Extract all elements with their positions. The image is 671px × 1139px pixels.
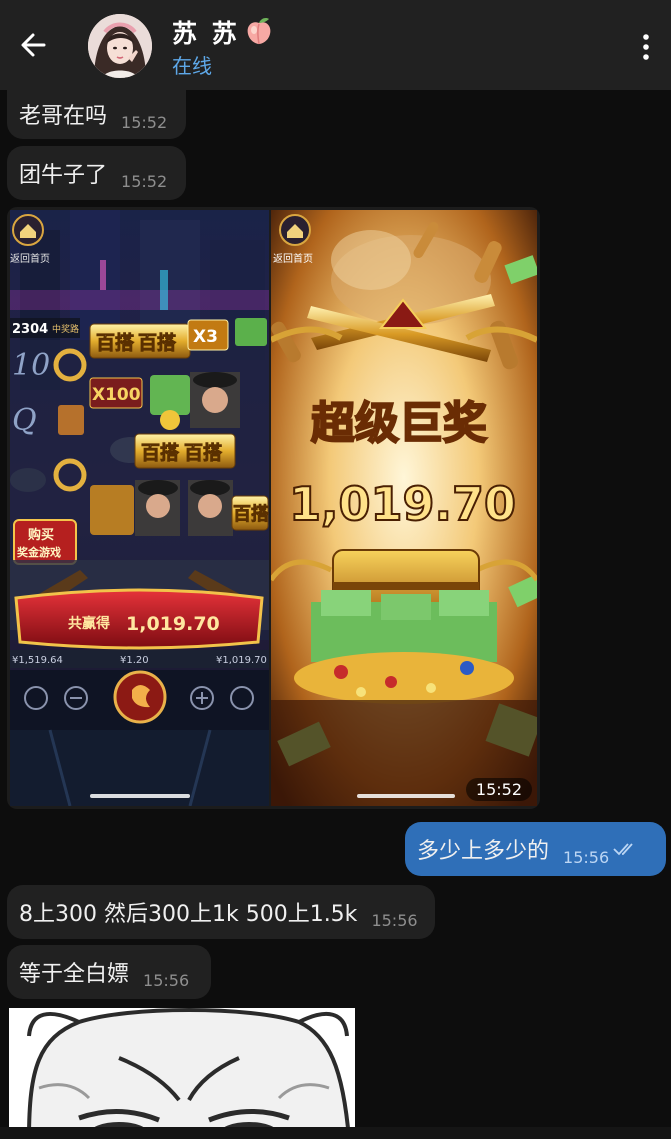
online-status: 在线 [172, 54, 212, 78]
message-time: 15:56 [563, 847, 610, 867]
game-screenshot-left[interactable]: 返回首页 2304 中奖路 百搭 百搭 X3 X100 10 Q 百搭 百搭 百… [10, 210, 269, 806]
wild-symbol: 百搭 [184, 441, 223, 464]
balance: ¥1,519.64 [12, 655, 63, 666]
message-time: 15:52 [121, 112, 168, 132]
win-amount: 1,019.70 [126, 613, 220, 635]
buy-label-2: 奖金游戏 [17, 545, 61, 559]
home-label: 返回首页 [10, 252, 50, 265]
wild-symbol: 百搭 [138, 331, 177, 354]
bottom-bar [0, 1127, 671, 1139]
home-label: 返回首页 [273, 252, 313, 265]
ways-counter: 2304 [12, 322, 48, 337]
message-text: 8上300 然后300上1k 500上1.5k [19, 902, 358, 927]
message-bubble[interactable]: 老哥在吗 15:52 [7, 89, 186, 139]
media-album[interactable]: 返回首页 2304 中奖路 百搭 百搭 X3 X100 10 Q 百搭 百搭 百… [7, 207, 540, 809]
message-bubble[interactable]: 等于全白嫖 15:56 [7, 945, 211, 999]
jackpot-banner: 超级巨奖 [311, 398, 487, 449]
multiplier-x100: X100 [92, 385, 141, 405]
wild-symbol: 百搭 [96, 331, 135, 354]
ways-label: 中奖路 [52, 323, 79, 335]
chat-header: 苏 苏 在线 [0, 0, 671, 90]
win-prefix: 共赢得 [68, 615, 110, 632]
jackpot-amount: 1,019.70 [289, 477, 516, 531]
more-vertical-icon[interactable] [636, 30, 656, 64]
wild-symbol: 百搭 [233, 503, 269, 525]
message-time: 15:56 [143, 970, 190, 990]
home-indicator [357, 794, 455, 798]
game-screenshot-right[interactable]: 返回首页 超级巨奖 1,019.70 [271, 210, 537, 806]
double-check-icon [613, 843, 633, 856]
wild-symbol: 百搭 [141, 441, 180, 464]
buy-label: 购买 [28, 527, 54, 543]
bet: ¥1.20 [120, 655, 149, 666]
contact-name-text: 苏 苏 [172, 19, 240, 48]
message-time: 15:52 [121, 171, 168, 191]
message-text: 团牛子了 [19, 163, 108, 188]
message-bubble[interactable]: 团牛子了 15:52 [7, 146, 186, 200]
message-time: 15:56 [371, 910, 418, 930]
message-text: 老哥在吗 [19, 104, 108, 129]
peach-emoji-icon [247, 18, 271, 45]
avatar[interactable] [88, 14, 152, 78]
multiplier-x3: X3 [193, 327, 218, 347]
last-win: ¥1,019.70 [216, 655, 267, 666]
contact-name[interactable]: 苏 苏 [172, 14, 274, 50]
arrow-left-icon[interactable] [16, 28, 50, 62]
message-text: 等于全白嫖 [19, 962, 130, 987]
svg-text:10: 10 [12, 348, 50, 383]
media-time: 15:52 [465, 778, 532, 801]
message-bubble-outgoing[interactable]: 多少上多少的 15:56 [405, 822, 666, 876]
chat-screen: 苏 苏 在线 老哥在吗 15:52 团牛子了 15:52 返回首页 2304 中… [0, 0, 671, 1139]
home-indicator [90, 794, 190, 798]
message-text: 多少上多少的 [417, 839, 550, 864]
svg-text:Q: Q [12, 403, 37, 438]
message-bubble[interactable]: 8上300 然后300上1k 500上1.5k 15:56 [7, 885, 435, 939]
meme-image[interactable] [9, 1008, 355, 1139]
